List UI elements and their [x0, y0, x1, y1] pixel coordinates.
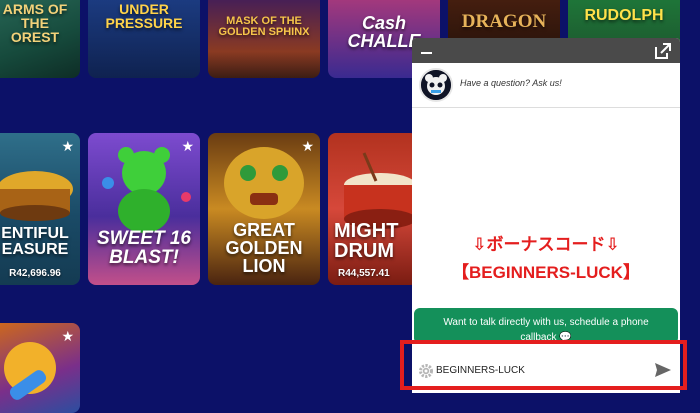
game-title: GREAT GOLDEN LION: [225, 220, 303, 276]
avatar: [419, 68, 453, 102]
game-tile-sweet-16-blast[interactable]: ★ SWEET 16 BLAST!: [88, 133, 200, 285]
chat-agent-row: Have a question? Ask us!: [412, 63, 680, 108]
treasure-art: [0, 171, 73, 221]
game-title: ENTIFUL EASURE: [1, 225, 69, 258]
minimize-icon[interactable]: [421, 52, 432, 54]
bonus-code-callout: ⇩ボーナスコード⇩ 【BEGINNERS-LUCK】: [412, 234, 680, 283]
panda-avatar-icon: [421, 70, 451, 100]
game-tile-mask-of-the-golden-sphinx[interactable]: MASK OF THE GOLDEN SPHINX: [208, 0, 320, 78]
jackpot-amount: R42,696.96: [9, 268, 61, 279]
favorite-star-icon[interactable]: ★: [61, 329, 74, 343]
game-title: ARMS OF THE OREST: [2, 1, 68, 45]
bonus-code-heading: ⇩ボーナスコード⇩: [472, 235, 620, 254]
jackpot-amount: R44,557.41: [338, 268, 390, 279]
chat-prompt: Have a question? Ask us!: [460, 78, 562, 88]
game-tile-charms-of-the-forest[interactable]: ARMS OF THE OREST: [0, 0, 80, 78]
favorite-star-icon[interactable]: ★: [301, 139, 314, 153]
game-tile-great-golden-lion[interactable]: ★ GREAT GOLDEN LION: [208, 133, 320, 285]
drum-art: [344, 152, 416, 229]
schedule-callback-button[interactable]: Want to talk directly with us, schedule …: [414, 308, 678, 344]
game-title: MIGHT DRUM: [334, 220, 399, 262]
favorite-star-icon[interactable]: ★: [61, 139, 74, 153]
popout-icon[interactable]: [654, 42, 672, 60]
game-title: SWEET 16 BLAST!: [97, 228, 191, 268]
input-highlight-box: [400, 340, 687, 390]
game-title: MASK OF THE GOLDEN SPHINX: [218, 15, 310, 38]
chat-header: [412, 38, 680, 63]
game-title: DRAGON: [461, 11, 547, 32]
bonus-code-value: 【BEGINNERS-LUCK】: [452, 263, 640, 282]
game-tile-under-pressure[interactable]: UNDER PRESSURE: [88, 0, 200, 78]
game-title: UNDER PRESSURE: [105, 1, 183, 31]
game-tile-mighty-drum[interactable]: MIGHT DRUM R44,557.41: [328, 133, 418, 285]
favorite-star-icon[interactable]: ★: [181, 139, 194, 153]
game-tile-bountiful-treasure[interactable]: ★ ENTIFUL EASURE R42,696.96: [0, 133, 80, 285]
game-title: RUDOLPH: [584, 7, 664, 24]
